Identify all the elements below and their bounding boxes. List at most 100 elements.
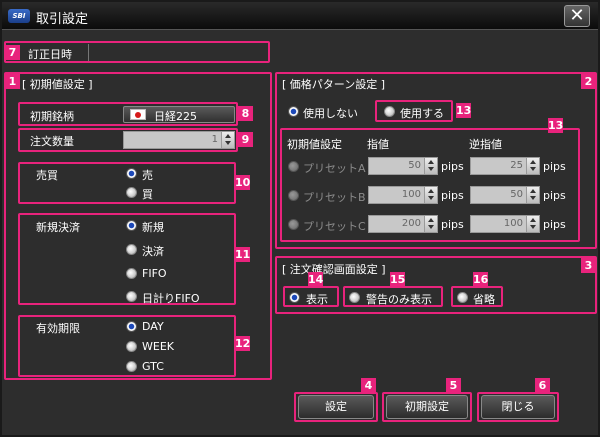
correction-date-label: 訂正日時: [28, 48, 72, 61]
symbol-select-button[interactable]: 日経225: [123, 106, 235, 123]
preset-c-stop-value: 100: [503, 218, 523, 229]
pattern-on-label: 使用する: [400, 107, 444, 120]
confirm-warn-radio[interactable]: [349, 292, 360, 303]
window-title: 取引設定: [36, 12, 89, 27]
week-radio-label: WEEK: [142, 340, 174, 353]
badge-5: 5: [446, 378, 461, 393]
confirm-show-label: 表示: [306, 293, 328, 306]
week-radio[interactable]: [126, 341, 137, 352]
preset-a-radio[interactable]: [288, 161, 299, 172]
preset-b-stop-value: 50: [510, 189, 523, 200]
preset-b-limit-value: 100: [401, 189, 421, 200]
badge-10: 10: [235, 175, 251, 190]
spin-icon[interactable]: [424, 187, 437, 203]
badge-6: 6: [535, 378, 550, 393]
correction-date-value: [88, 44, 266, 61]
spin-icon[interactable]: [526, 158, 539, 174]
preset-a-limit-stepper[interactable]: 50: [368, 157, 438, 175]
preset-c-radio[interactable]: [288, 219, 299, 230]
badge-9: 9: [238, 132, 253, 147]
preset-c-limit-value: 200: [401, 218, 421, 229]
symbol-label: 初期銘柄: [30, 110, 74, 123]
settle-radio[interactable]: [126, 244, 137, 255]
trade-settings-window: SBI 取引設定 ✕ 7 訂正日時 1 [ 初期値設定 ] 初期銘柄 日経225…: [0, 0, 600, 437]
spin-icon[interactable]: [424, 216, 437, 232]
badge-12: 12: [235, 336, 251, 351]
preset-a-stop-value: 25: [510, 160, 523, 171]
spin-icon[interactable]: [526, 216, 539, 232]
preset-c-limit-stepper[interactable]: 200: [368, 215, 438, 233]
new-radio[interactable]: [126, 220, 137, 231]
reset-button[interactable]: 初期設定: [386, 395, 468, 419]
badge-3: 3: [581, 258, 596, 273]
price-pattern-title: [ 価格パターン設定 ]: [282, 78, 386, 91]
preset-b-limit-unit: pips: [441, 189, 464, 202]
confirm-screen-title: [ 注文確認画面設定 ]: [282, 263, 386, 276]
close-icon[interactable]: ✕: [564, 5, 590, 27]
badge-1: 1: [5, 74, 20, 89]
side-buy-label: 買: [142, 188, 153, 201]
fifo-radio-label: FIFO: [142, 267, 167, 280]
title-bar: SBI 取引設定 ✕: [2, 2, 598, 30]
badge-7: 7: [5, 45, 20, 60]
japan-flag-icon: [130, 109, 146, 120]
header-stop: 逆指値: [469, 138, 502, 151]
badge-13b: 13: [548, 118, 564, 133]
preset-c-limit-unit: pips: [441, 218, 464, 231]
expiry-label: 有効期限: [36, 322, 80, 335]
badge-16: 16: [473, 272, 489, 287]
day-radio[interactable]: [126, 321, 137, 332]
preset-a-limit-value: 50: [408, 160, 421, 171]
badge-8: 8: [238, 106, 253, 121]
side-label: 売買: [36, 169, 58, 182]
fifo-radio[interactable]: [126, 268, 137, 279]
confirm-show-radio[interactable]: [289, 292, 300, 303]
new-radio-label: 新規: [142, 221, 164, 234]
side-sell-radio[interactable]: [126, 168, 137, 179]
preset-b-stop-unit: pips: [543, 189, 566, 202]
day-radio-label: DAY: [142, 320, 164, 333]
gtc-radio-label: GTC: [142, 360, 164, 373]
apply-button[interactable]: 設定: [298, 395, 374, 419]
header-initial: 初期値設定: [287, 138, 342, 151]
app-logo-icon: SBI: [8, 9, 30, 23]
confirm-omit-radio[interactable]: [457, 292, 468, 303]
confirm-warn-label: 警告のみ表示: [366, 293, 432, 306]
quantity-stepper[interactable]: 1: [123, 131, 235, 149]
badge-14: 14: [308, 272, 324, 287]
preset-b-limit-stepper[interactable]: 100: [368, 186, 438, 204]
quantity-spin-icon[interactable]: [221, 132, 234, 148]
gtc-radio[interactable]: [126, 361, 137, 372]
pattern-off-radio[interactable]: [288, 106, 299, 117]
quantity-label: 注文数量: [30, 135, 74, 148]
side-buy-radio[interactable]: [126, 187, 137, 198]
preset-c-label: プリセットC: [303, 220, 366, 233]
day-fifo-radio-label: 日計りFIFO: [142, 292, 200, 305]
badge-4: 4: [361, 378, 376, 393]
spin-icon[interactable]: [424, 158, 437, 174]
new-settle-label: 新規決済: [36, 221, 80, 234]
side-sell-label: 売: [142, 169, 153, 182]
symbol-value: 日経225: [154, 110, 197, 123]
header-limit: 指値: [367, 138, 389, 151]
pattern-on-radio[interactable]: [384, 106, 395, 117]
day-fifo-radio[interactable]: [126, 291, 137, 302]
badge-2: 2: [581, 74, 596, 89]
badge-15: 15: [390, 272, 406, 287]
preset-a-stop-unit: pips: [543, 160, 566, 173]
preset-a-stop-stepper[interactable]: 25: [470, 157, 540, 175]
close-button[interactable]: 閉じる: [481, 395, 555, 419]
preset-b-radio[interactable]: [288, 190, 299, 201]
quantity-value: 1: [211, 134, 218, 145]
preset-c-stop-stepper[interactable]: 100: [470, 215, 540, 233]
preset-a-label: プリセットA: [303, 162, 366, 175]
badge-11: 11: [235, 247, 251, 262]
badge-13a: 13: [456, 103, 472, 118]
spin-icon[interactable]: [526, 187, 539, 203]
preset-b-label: プリセットB: [303, 191, 366, 204]
initial-settings-title: [ 初期値設定 ]: [22, 78, 93, 91]
preset-b-stop-stepper[interactable]: 50: [470, 186, 540, 204]
preset-c-stop-unit: pips: [543, 218, 566, 231]
confirm-omit-label: 省略: [473, 293, 495, 306]
preset-a-limit-unit: pips: [441, 160, 464, 173]
